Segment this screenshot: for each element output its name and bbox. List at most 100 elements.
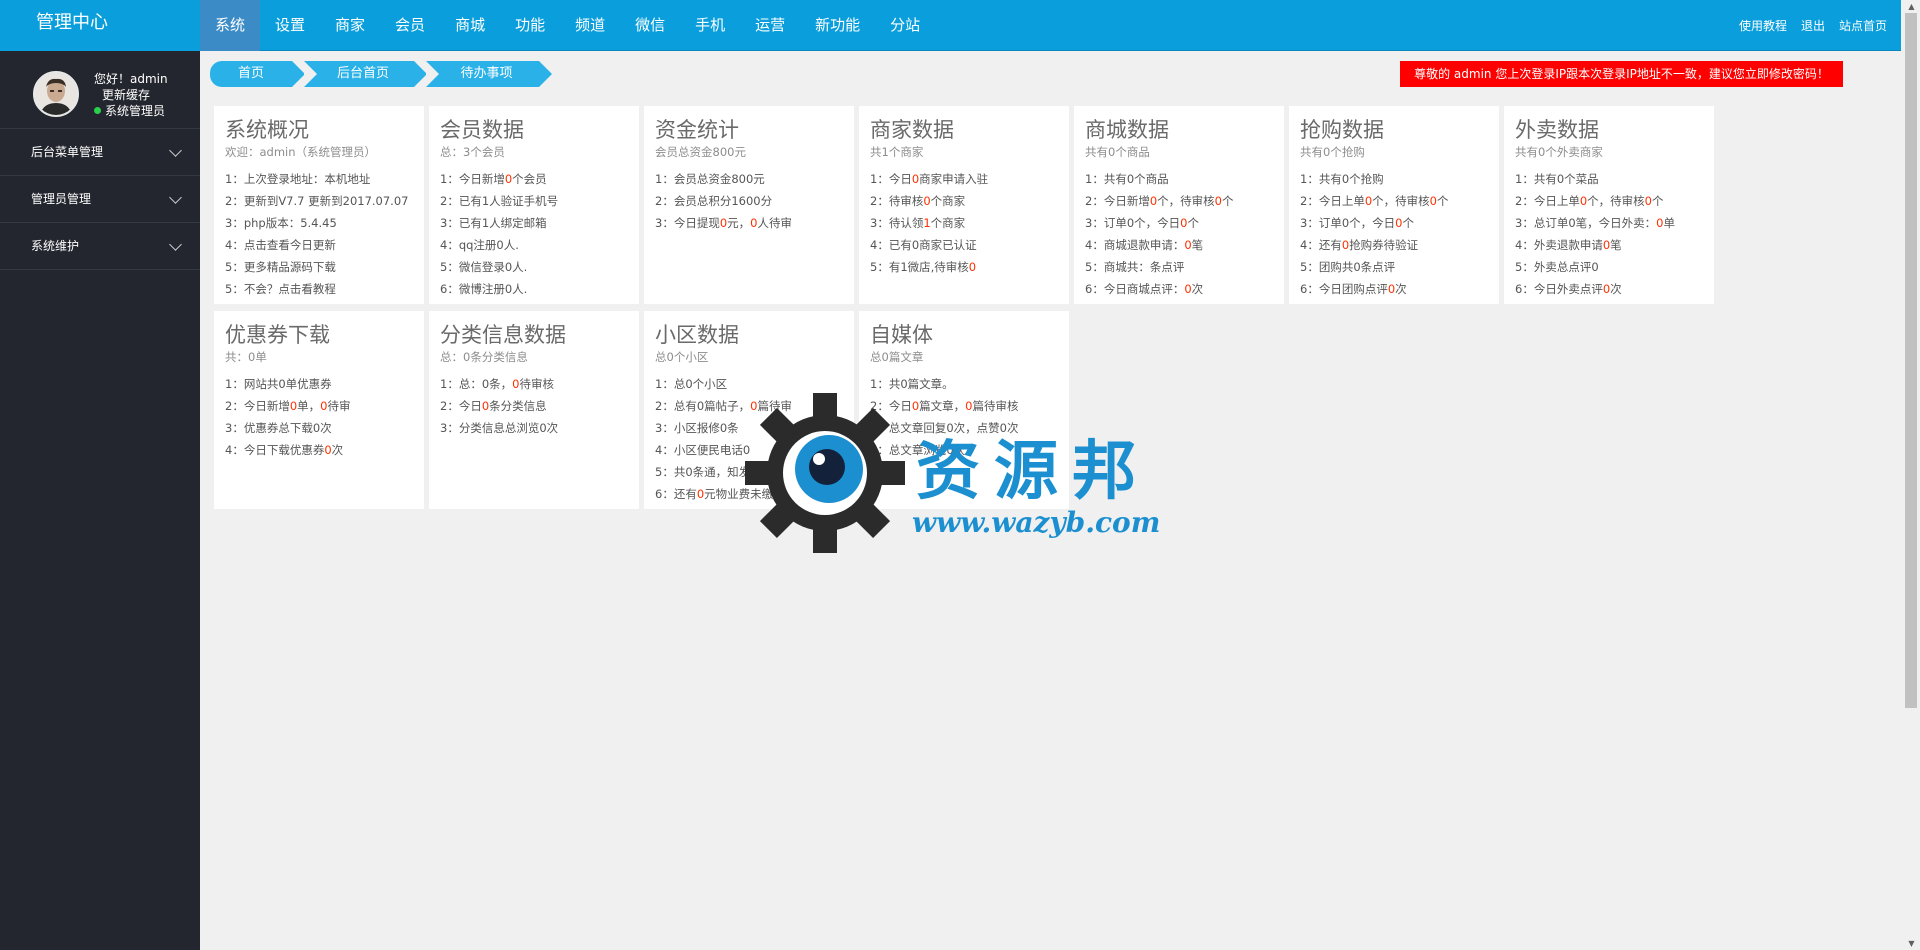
- card-line[interactable]: 1：上次登录地址：本机地址: [225, 168, 414, 190]
- card-line[interactable]: 2：今日0篇文章，0篇待审核: [870, 395, 1059, 417]
- nav-item-channel[interactable]: 频道: [560, 0, 620, 51]
- card-line[interactable]: 5：有1微店,待审核0: [870, 256, 1059, 278]
- highlight-count: 0: [1214, 194, 1222, 208]
- user-role-label: 系统管理员: [105, 104, 166, 118]
- card-line[interactable]: 1：共有0个抢购: [1300, 168, 1489, 190]
- nav-item-features[interactable]: 功能: [500, 0, 560, 51]
- card-line[interactable]: 4：小区便民电话0: [655, 439, 844, 461]
- card-line[interactable]: 6：微博注册0人.: [440, 278, 629, 300]
- card-line[interactable]: 1：会员总资金800元: [655, 168, 844, 190]
- card-line[interactable]: 5：团购共0条点评: [1300, 256, 1489, 278]
- line-text: 3：分类信息总浏览0次: [440, 421, 559, 435]
- nav-item-operations[interactable]: 运营: [740, 0, 800, 51]
- card-line[interactable]: 3：分类信息总浏览0次: [440, 417, 629, 439]
- card-line[interactable]: 3：总订单0笔，今日外卖：0单: [1515, 212, 1704, 234]
- line-text: 抢购券待验证: [1349, 238, 1419, 252]
- sidebar-item-menu-management[interactable]: 后台菜单管理: [0, 129, 200, 176]
- card-line[interactable]: 4：点击查看今日更新: [225, 234, 414, 256]
- nav-item-settings[interactable]: 设置: [260, 0, 320, 51]
- breadcrumb-todo[interactable]: 待办事项: [426, 61, 552, 87]
- avatar[interactable]: [33, 71, 79, 117]
- card-line[interactable]: 1：今日0商家申请入驻: [870, 168, 1059, 190]
- vertical-scrollbar[interactable]: ▲ ▼: [1903, 0, 1920, 950]
- logout-link[interactable]: 退出: [1801, 0, 1825, 51]
- sidebar-item-label: 系统维护: [31, 239, 80, 253]
- line-text: 单，: [297, 399, 321, 413]
- breadcrumb-home[interactable]: 首页: [210, 61, 305, 87]
- nav-item-member[interactable]: 会员: [380, 0, 440, 51]
- card-line[interactable]: 2：已有1人验证手机号: [440, 190, 629, 212]
- card-line[interactable]: 2：待审核0个商家: [870, 190, 1059, 212]
- card-line[interactable]: 2：更新到V7.7 更新到2017.07.07: [225, 190, 414, 212]
- nav-item-merchant[interactable]: 商家: [320, 0, 380, 51]
- card-line[interactable]: 5：共0条通，知发送0: [655, 461, 844, 483]
- card-line[interactable]: 5：不会？点击看教程: [225, 278, 414, 300]
- nav-item-new-features[interactable]: 新功能: [800, 0, 875, 51]
- card-line[interactable]: 2：会员总积分1600分: [655, 190, 844, 212]
- line-text: 1：总：0条，: [440, 377, 513, 391]
- card-line[interactable]: 5：微信登录0人.: [440, 256, 629, 278]
- card-line[interactable]: 2：今日上单0个，待审核0个: [1300, 190, 1489, 212]
- card-line[interactable]: 3：小区报修0条: [655, 417, 844, 439]
- card-line[interactable]: 3：优惠券总下载0次: [225, 417, 414, 439]
- card-line[interactable]: 6：今日团购点评0次: [1300, 278, 1489, 300]
- card-subtitle: 共：0单: [225, 350, 267, 364]
- nav-item-wechat[interactable]: 微信: [620, 0, 680, 51]
- nav-item-system[interactable]: 系统: [200, 0, 261, 51]
- card-line[interactable]: 2：总有0篇帖子，0篇待审: [655, 395, 844, 417]
- card-title: 小区数据: [655, 323, 739, 347]
- scroll-down-icon[interactable]: ▼: [1903, 937, 1920, 950]
- app-title[interactable]: 管理中心: [0, 0, 200, 51]
- nav-item-substation[interactable]: 分站: [875, 0, 935, 51]
- card-line[interactable]: 3：已有1人绑定邮箱: [440, 212, 629, 234]
- card-line[interactable]: 3：今日提现0元，0人待审: [655, 212, 844, 234]
- tutorial-link[interactable]: 使用教程: [1739, 0, 1787, 51]
- card-line[interactable]: 4：还有0抢购券待验证: [1300, 234, 1489, 256]
- card-line[interactable]: 5：商城共：条点评: [1085, 256, 1274, 278]
- card-line[interactable]: 6：今日外卖点评0次: [1515, 278, 1704, 300]
- card-line[interactable]: 4：总文章浏览0次: [870, 439, 1059, 461]
- card-line[interactable]: 3：订单0个，今日0个: [1085, 212, 1274, 234]
- card-line[interactable]: 5：更多精品源码下载: [225, 256, 414, 278]
- card-line[interactable]: 2：今日新增0单，0待审: [225, 395, 414, 417]
- line-text: 5：有1微店,待审核: [870, 260, 969, 274]
- card-line[interactable]: 6：今日商城点评：0次: [1085, 278, 1274, 300]
- card-line[interactable]: 2：今日新增0个，待审核0个: [1085, 190, 1274, 212]
- user-info: 您好！admin 更新缓存 系统管理员: [94, 71, 168, 119]
- nav-item-mobile[interactable]: 手机: [680, 0, 740, 51]
- nav-item-mall[interactable]: 商城: [440, 0, 500, 51]
- sidebar-item-system-maintenance[interactable]: 系统维护: [0, 223, 200, 270]
- scroll-thumb[interactable]: [1905, 13, 1917, 708]
- card-line[interactable]: 3：订单0个，今日0个: [1300, 212, 1489, 234]
- card-line[interactable]: 1：总0个小区: [655, 373, 844, 395]
- card-line[interactable]: 1：今日新增0个会员: [440, 168, 629, 190]
- card-line[interactable]: 1：共有0个商品: [1085, 168, 1274, 190]
- line-text: 5：微信登录0人.: [440, 260, 528, 274]
- card-line[interactable]: 4：qq注册0人.: [440, 234, 629, 256]
- site-home-link[interactable]: 站点首页: [1839, 0, 1887, 51]
- sidebar-item-admin-management[interactable]: 管理员管理: [0, 176, 200, 223]
- card-line[interactable]: 3：php版本：5.4.45: [225, 212, 414, 234]
- card-line[interactable]: 1：总：0条，0待审核: [440, 373, 629, 395]
- card-line[interactable]: 4：商城退款申请：0笔: [1085, 234, 1274, 256]
- line-text: 3：总文章回复0次，点赞0次: [870, 421, 1019, 435]
- breadcrumb-admin-home[interactable]: 后台首页: [304, 61, 427, 87]
- card-line[interactable]: 4：今日下载优惠券0次: [225, 439, 414, 461]
- line-text: 笔: [1610, 238, 1622, 252]
- card-line[interactable]: 5：外卖总点评0: [1515, 256, 1704, 278]
- chevron-down-icon: [169, 238, 182, 251]
- card-line[interactable]: 3：总文章回复0次，点赞0次: [870, 417, 1059, 439]
- card-line[interactable]: 6：还有0元物业费未缴: [655, 483, 844, 505]
- card-line[interactable]: 4：外卖退款申请0笔: [1515, 234, 1704, 256]
- card-line[interactable]: 2：今日上单0个，待审核0个: [1515, 190, 1704, 212]
- card-line[interactable]: 3：待认领1个商家: [870, 212, 1059, 234]
- card-line[interactable]: 2：今日0条分类信息: [440, 395, 629, 417]
- card-line[interactable]: 4：已有0商家已认证: [870, 234, 1059, 256]
- refresh-cache-link[interactable]: 更新缓存: [94, 87, 168, 103]
- card-line[interactable]: 1：共有0个菜品: [1515, 168, 1704, 190]
- line-text: 篇文章，: [919, 399, 966, 413]
- card-line[interactable]: 1：共0篇文章。: [870, 373, 1059, 395]
- line-text: 单: [1663, 216, 1675, 230]
- card-line[interactable]: 1：网站共0单优惠券: [225, 373, 414, 395]
- scroll-up-icon[interactable]: ▲: [1903, 0, 1920, 13]
